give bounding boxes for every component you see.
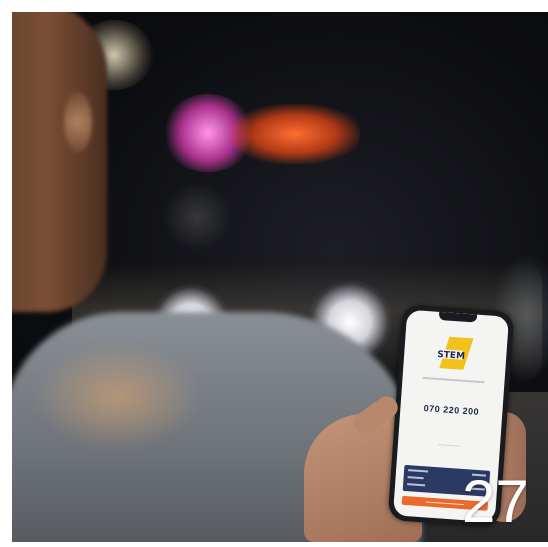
brand-name: STEM [437,350,465,362]
info-row [407,476,424,480]
tagline-line [422,376,485,384]
man-ear [64,92,92,152]
phone-number: 070 220 200 [423,403,480,417]
info-row [407,483,426,487]
bokeh-light-orange [230,104,360,164]
faint-text-line [437,444,460,447]
man-shoulder-highlight [32,342,202,452]
bokeh-light-gray [162,182,232,252]
man-head [12,12,107,312]
brand-logo: STEM [436,336,474,370]
call-button-label-line [425,501,464,506]
info-row [408,469,429,473]
phone-notch [438,311,478,323]
photo: STEM 070 220 200 [12,12,548,542]
page-number: 27 [462,468,529,535]
